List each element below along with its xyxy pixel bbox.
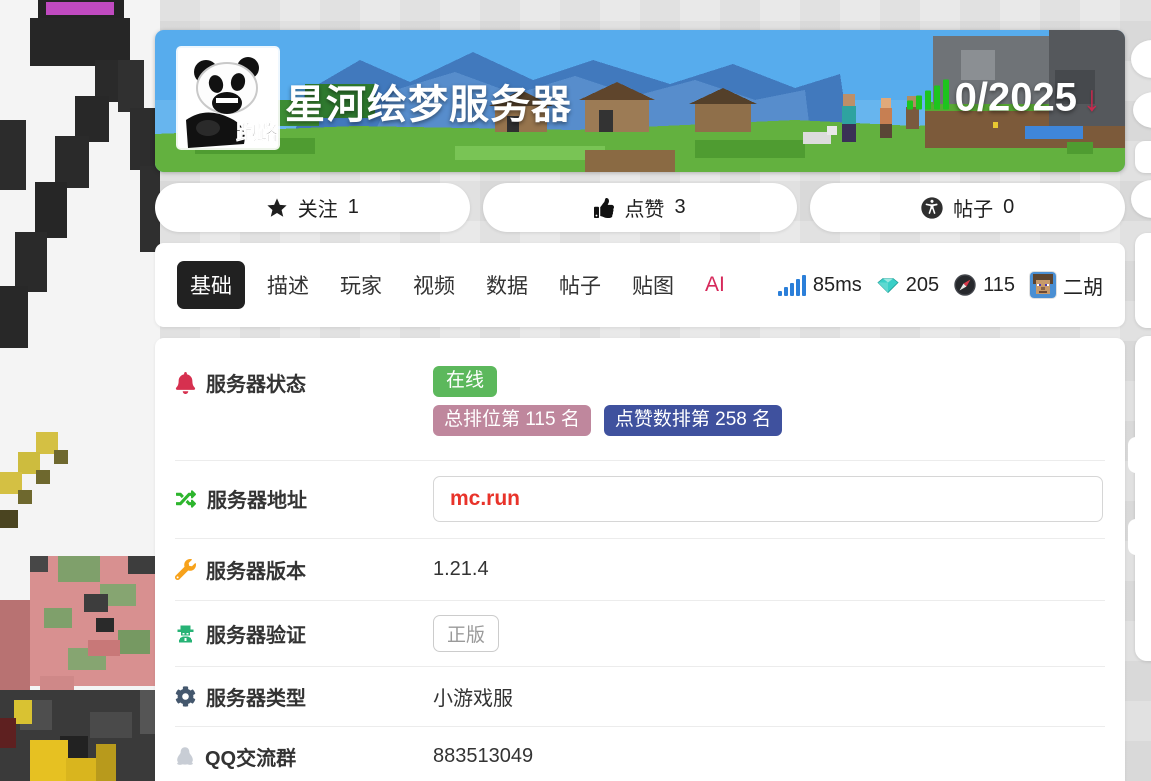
tab-players[interactable]: 玩家	[331, 261, 391, 309]
row-server-type: 服务器类型 小游戏服	[175, 667, 1105, 727]
status-badges: 在线 总排位第 115 名 点赞数排第 258 名	[433, 366, 1105, 436]
floating-widget[interactable]	[1135, 141, 1151, 173]
version-label: 服务器版本	[206, 555, 306, 584]
online-badge: 在线	[433, 366, 497, 397]
status-label: 服务器状态	[206, 368, 306, 397]
floating-widget[interactable]	[1128, 519, 1144, 555]
verify-label: 服务器验证	[206, 619, 306, 648]
panda-meme-avatar-image: 跑路	[178, 48, 278, 148]
version-value: 1.21.4	[433, 558, 1105, 581]
action-buttons-row: 关注 1 点赞 3 帖子 0	[155, 183, 1125, 232]
owner-name: 二胡	[1063, 271, 1103, 300]
wrench-icon	[175, 559, 196, 580]
spy-icon	[175, 623, 196, 644]
steve-avatar-icon	[1030, 272, 1056, 298]
owner-avatar	[1030, 272, 1056, 298]
tab-ai[interactable]: AI	[696, 264, 734, 306]
follow-button[interactable]: 关注 1	[155, 183, 470, 232]
follow-count: 1	[348, 196, 359, 219]
thumbs-up-icon	[594, 198, 614, 218]
gear-icon	[175, 686, 196, 707]
compass-icon	[954, 274, 976, 296]
posts-count: 0	[1003, 196, 1014, 219]
type-value: 小游戏服	[433, 682, 1105, 711]
server-quick-stats: 85ms 205 115	[778, 271, 1103, 300]
avatar-caption-text: 跑路	[236, 121, 278, 145]
type-label: 服务器类型	[206, 682, 306, 711]
qq-label: QQ交流群	[205, 742, 296, 771]
tab-posts[interactable]: 帖子	[550, 261, 610, 309]
genuine-badge: 正版	[433, 615, 499, 652]
floating-widget[interactable]	[1128, 437, 1144, 473]
diamond-icon	[877, 278, 899, 293]
tab-videos[interactable]: 视频	[404, 261, 464, 309]
shuffle-icon	[175, 489, 197, 509]
tab-description[interactable]: 描述	[258, 261, 318, 309]
like-button[interactable]: 点赞 3	[483, 183, 798, 232]
diamond-count: 205	[906, 274, 939, 297]
owner-chip[interactable]: 二胡	[1030, 271, 1103, 300]
follow-label: 关注	[298, 193, 338, 222]
star-icon	[266, 197, 288, 219]
nav-card: 基础 描述 玩家 视频 数据 帖子 贴图 AI 85ms 205	[155, 243, 1125, 327]
floating-widget[interactable]	[1135, 336, 1151, 661]
trend-down-arrow-icon: ↓	[1083, 76, 1101, 119]
server-address-input[interactable]: mc.run	[433, 476, 1103, 522]
floating-widget[interactable]	[1135, 233, 1151, 328]
row-server-verify: 服务器验证 正版	[175, 601, 1105, 667]
tab-gallery[interactable]: 贴图	[623, 261, 683, 309]
player-count: 0/2025	[955, 75, 1077, 119]
server-title: 星河绘梦服务器	[285, 72, 572, 130]
row-server-version: 服务器版本 1.21.4	[175, 539, 1105, 601]
compass-count: 115	[983, 274, 1015, 297]
server-address-value: mc.run	[450, 487, 520, 511]
qq-penguin-icon	[175, 745, 195, 767]
row-qq-group: QQ交流群 883513049	[175, 727, 1105, 781]
rank-badge: 总排位第 115 名	[433, 405, 591, 436]
universal-access-icon	[921, 197, 943, 219]
qq-value: 883513049	[433, 745, 1105, 768]
player-count-group: 0/2025 ↓	[907, 75, 1101, 119]
row-server-address: 服务器地址 mc.run	[175, 461, 1105, 539]
ping-value: 85ms	[813, 274, 862, 297]
address-label: 服务器地址	[207, 484, 307, 513]
like-label: 点赞	[624, 193, 664, 222]
banner-signal-icon	[907, 79, 949, 109]
tab-bar: 基础 描述 玩家 视频 数据 帖子 贴图 AI	[177, 261, 747, 309]
tab-data[interactable]: 数据	[477, 261, 537, 309]
like-rank-badge: 点赞数排第 258 名	[604, 405, 782, 436]
bell-icon	[175, 372, 196, 394]
minecraft-wallpaper-art	[0, 0, 160, 781]
server-page: 跑路 星河绘梦服务器 0/2025 ↓ 关注 1 点赞 3	[155, 0, 1125, 781]
server-avatar: 跑路	[178, 48, 278, 148]
server-banner: 跑路 星河绘梦服务器 0/2025 ↓	[155, 30, 1125, 172]
posts-button[interactable]: 帖子 0	[810, 183, 1125, 232]
like-count: 3	[674, 196, 685, 219]
row-server-status: 服务器状态 在线 总排位第 115 名 点赞数排第 258 名	[175, 338, 1105, 461]
server-info-card: 服务器状态 在线 总排位第 115 名 点赞数排第 258 名 服务器地址 mc…	[155, 338, 1125, 781]
ping-signal-icon	[778, 275, 806, 296]
posts-label: 帖子	[953, 193, 993, 222]
tab-basic[interactable]: 基础	[177, 261, 245, 309]
